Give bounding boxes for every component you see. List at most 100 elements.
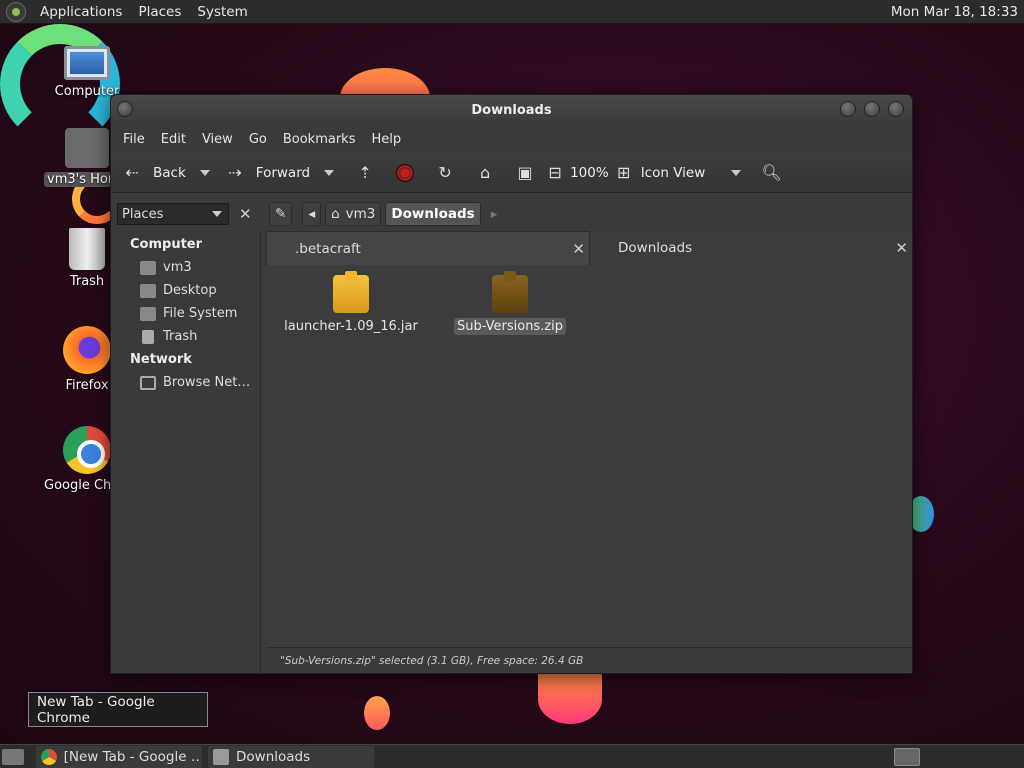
tab-downloads[interactable]: Downloads ✕	[590, 231, 912, 265]
taskbar-item-label: Downloads	[236, 748, 311, 765]
distro-logo-icon[interactable]	[6, 1, 26, 22]
trash-icon	[142, 329, 154, 344]
show-desktop-icon[interactable]	[2, 748, 24, 765]
computer-icon[interactable]: ▣	[514, 162, 536, 184]
icon-view[interactable]: launcher-1.09_16.jar Sub-Versions.zip	[266, 265, 912, 647]
tab-label: Downloads	[618, 240, 693, 256]
sidebar-selector[interactable]: Places	[117, 203, 229, 225]
path-item-downloads[interactable]: Downloads	[385, 202, 481, 226]
sidebar-item-label: vm3	[163, 260, 192, 275]
menu-applications[interactable]: Applications	[32, 4, 130, 20]
file-name: launcher-1.09_16.jar	[284, 319, 418, 334]
top-panel: Applications Places System Mon Mar 18, 1…	[0, 0, 1024, 24]
close-tab-icon[interactable]: ✕	[895, 239, 908, 257]
path-bar: ✎ ◂ ⌂ vm3 Downloads ▸	[269, 197, 497, 231]
sidebar-item-label: File System	[163, 306, 238, 321]
panel-clock[interactable]: Mon Mar 18, 18:33	[891, 4, 1024, 20]
minimize-icon[interactable]	[840, 101, 856, 117]
content-pane: .betacraft ✕ Downloads ✕ launcher-1.09_1…	[266, 231, 912, 673]
zoom-in-icon[interactable]: ⊞	[613, 162, 635, 184]
stop-icon[interactable]	[396, 163, 415, 182]
sidebar-item-browse-network[interactable]: Browse Net…	[111, 371, 260, 394]
sidebar-item-label: Desktop	[163, 283, 217, 298]
back-arrow-icon: ⇠	[125, 163, 139, 182]
file-item-selected[interactable]: Sub-Versions.zip	[440, 271, 580, 335]
tab-betacraft[interactable]: .betacraft ✕	[266, 231, 590, 265]
chevron-down-icon	[212, 211, 222, 217]
home-folder-icon	[65, 128, 109, 168]
menu-help[interactable]: Help	[363, 132, 409, 147]
path-item-vm3[interactable]: ⌂ vm3	[325, 202, 382, 226]
chrome-icon	[41, 748, 57, 765]
maximize-icon[interactable]	[864, 101, 880, 117]
sidebar-item-desktop[interactable]: Desktop	[111, 279, 260, 302]
menu-go[interactable]: Go	[241, 132, 275, 147]
status-bar: "Sub-Versions.zip" selected (3.1 GB), Fr…	[266, 647, 912, 673]
computer-icon	[64, 46, 110, 80]
desktop-folder-icon	[140, 283, 156, 298]
window-title: Downloads	[471, 102, 552, 118]
folder-icon	[213, 748, 229, 765]
window-menu-icon[interactable]	[117, 101, 133, 117]
menu-file[interactable]: File	[115, 132, 153, 147]
up-arrow-icon[interactable]: ⇡	[354, 162, 376, 184]
toolbar: ⇠ Back ⇢ Forward ⇡ ↻ ⌂ ▣ ⊟ 100% ⊞ Icon V…	[111, 153, 912, 193]
close-icon[interactable]	[888, 101, 904, 117]
taskbar-item-chrome[interactable]: [New Tab - Google …	[36, 745, 202, 768]
search-icon[interactable]: 🔍︎	[761, 162, 783, 184]
path-scroll-right-icon[interactable]: ▸	[491, 207, 498, 222]
taskbar-item-downloads[interactable]: Downloads	[208, 745, 374, 768]
view-mode-dropdown-icon[interactable]	[730, 169, 741, 176]
trash-icon	[69, 228, 105, 270]
edit-location-icon[interactable]: ✎	[269, 202, 293, 226]
close-tab-icon[interactable]: ✕	[572, 240, 585, 258]
bottom-panel: [New Tab - Google … Downloads	[0, 744, 1024, 768]
sidebar-item-vm3[interactable]: vm3	[111, 256, 260, 279]
sidebar-item-trash[interactable]: Trash	[111, 325, 260, 348]
sidebar-item-file-system[interactable]: File System	[111, 302, 260, 325]
forward-button[interactable]: ⇢ Forward	[224, 158, 310, 188]
sidebar-selector-value: Places	[122, 206, 164, 222]
file-manager-window: Downloads File Edit View Go Bookmarks He…	[110, 94, 913, 674]
firefox-icon	[63, 326, 111, 374]
sidebar-item-label: Browse Net…	[163, 375, 251, 390]
close-sidebar-icon[interactable]: ✕	[239, 205, 252, 223]
file-item[interactable]: launcher-1.09_16.jar	[281, 271, 421, 334]
forward-label: Forward	[255, 164, 311, 181]
file-name: Sub-Versions.zip	[453, 318, 567, 335]
back-button[interactable]: ⇠ Back	[121, 158, 186, 188]
back-history-dropdown-icon[interactable]	[199, 169, 210, 176]
desktop-icon-label: Firefox	[65, 378, 109, 393]
location-bar: Places ✕ ✎ ◂ ⌂ vm3 Downloads ▸	[111, 197, 912, 231]
home-icon[interactable]: ⌂	[474, 162, 496, 184]
view-mode-select[interactable]: Icon View	[641, 158, 729, 188]
path-item-label: vm3	[345, 206, 376, 222]
sidebar-header: Places ✕	[111, 197, 265, 231]
sidebar-heading-network: Network	[130, 352, 192, 367]
wallpaper-shape	[538, 674, 602, 724]
wallpaper-shape	[364, 696, 390, 730]
archive-icon	[492, 271, 528, 313]
home-icon: ⌂	[331, 206, 340, 222]
menu-view[interactable]: View	[194, 132, 241, 147]
reload-icon[interactable]: ↻	[434, 162, 456, 184]
sidebar-heading-computer: Computer	[130, 237, 203, 252]
forward-history-dropdown-icon[interactable]	[324, 169, 335, 176]
menu-system[interactable]: System	[189, 4, 255, 20]
back-label: Back	[153, 164, 186, 181]
places-sidebar: Computer vm3 Desktop File System Trash N…	[111, 231, 261, 673]
home-folder-icon	[140, 260, 156, 275]
workspace-switcher-icon[interactable]	[894, 747, 920, 766]
window-titlebar[interactable]: Downloads	[111, 95, 912, 125]
menubar: File Edit View Go Bookmarks Help	[111, 125, 912, 153]
menu-edit[interactable]: Edit	[153, 132, 194, 147]
taskbar-item-label: [New Tab - Google …	[63, 748, 201, 765]
menu-bookmarks[interactable]: Bookmarks	[275, 132, 364, 147]
tab-bar: .betacraft ✕ Downloads ✕	[266, 231, 912, 265]
menu-places[interactable]: Places	[130, 4, 189, 20]
zoom-out-icon[interactable]: ⊟	[544, 162, 566, 184]
zoom-level: 100%	[570, 164, 609, 181]
network-icon	[140, 375, 156, 390]
path-scroll-left-icon[interactable]: ◂	[302, 202, 322, 226]
tab-label: .betacraft	[295, 240, 361, 257]
